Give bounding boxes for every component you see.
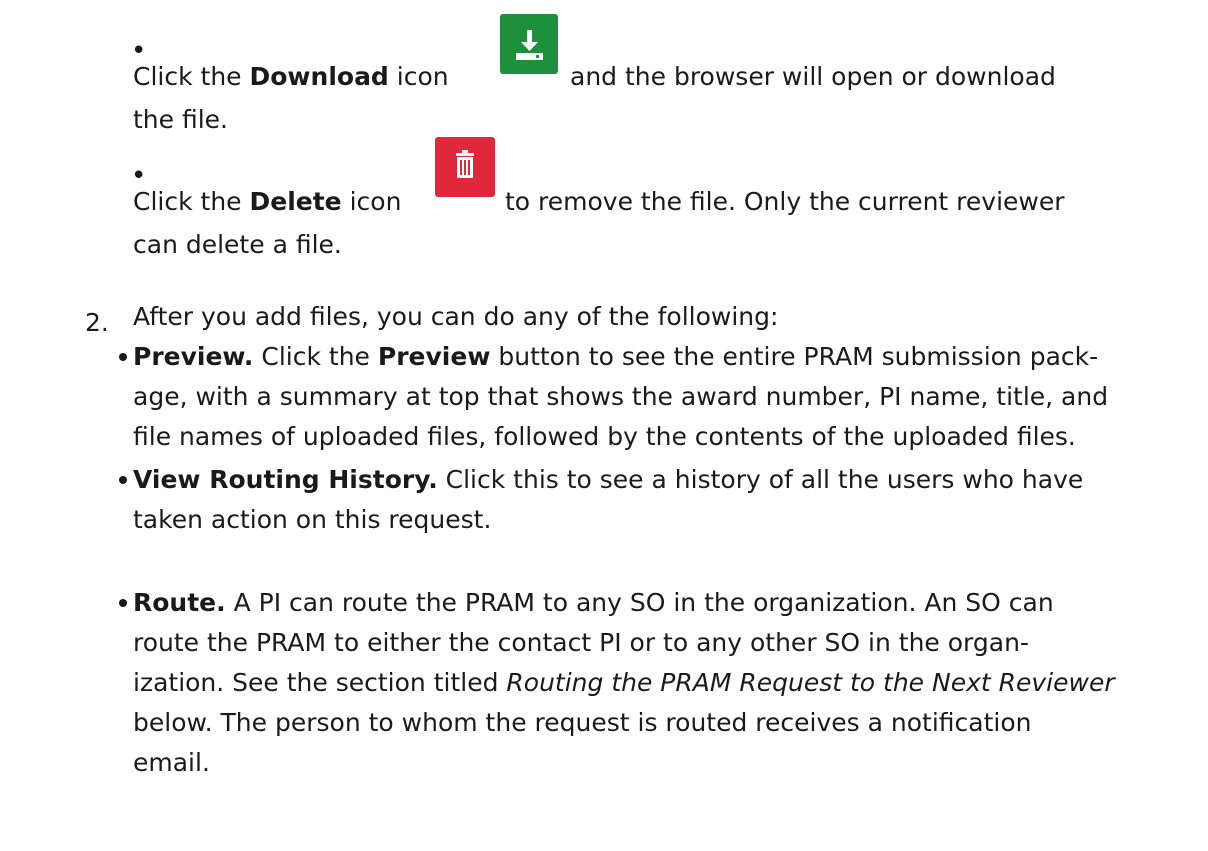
- download-icon: [500, 14, 558, 74]
- preview-line-2: age, with a summary at top that shows th…: [133, 382, 1109, 411]
- download-line-1: Click the Download icon: [133, 62, 449, 91]
- route-term: Route.: [133, 588, 226, 617]
- bullet-marker: [119, 476, 127, 484]
- step-text: After you add files, you can do any of t…: [133, 302, 779, 331]
- download-term: Download: [249, 62, 389, 91]
- trash-icon: [435, 137, 495, 197]
- routing-history-line-2: taken action on this request.: [133, 505, 492, 534]
- preview-term: Preview.: [133, 342, 254, 371]
- delete-term: Delete: [249, 187, 342, 216]
- delete-line-2: can delete a file.: [133, 230, 342, 259]
- bullet-marker: [119, 353, 127, 361]
- preview-line-3: file names of uploaded files, followed b…: [133, 422, 1076, 451]
- bullet-marker: [119, 599, 127, 607]
- download-text-after-icon: and the browser will open or download: [570, 62, 1056, 91]
- routing-history-line-1: View Routing History. Click this to see …: [133, 465, 1084, 494]
- route-line-3: ization. See the section titled Routing …: [133, 668, 1115, 697]
- route-line-2: route the PRAM to either the contact PI …: [133, 628, 1029, 657]
- route-line-4: below. The person to whom the request is…: [133, 708, 1032, 737]
- download-line-2: the file.: [133, 105, 228, 134]
- delete-text-after-icon: to remove the file. Only the current rev…: [505, 187, 1065, 216]
- step-number: 2.: [85, 308, 109, 337]
- section-reference: Routing the PRAM Request to the Next Rev…: [506, 668, 1115, 697]
- route-line-5: email.: [133, 748, 210, 777]
- help-document: • Click the Download icon and the browse…: [0, 0, 1208, 851]
- routing-history-term: View Routing History.: [133, 465, 438, 494]
- delete-line-1: Click the Delete icon: [133, 187, 402, 216]
- route-line-1: Route. A PI can route the PRAM to any SO…: [133, 588, 1054, 617]
- preview-line-1: Preview. Click the Preview button to see…: [133, 342, 1099, 371]
